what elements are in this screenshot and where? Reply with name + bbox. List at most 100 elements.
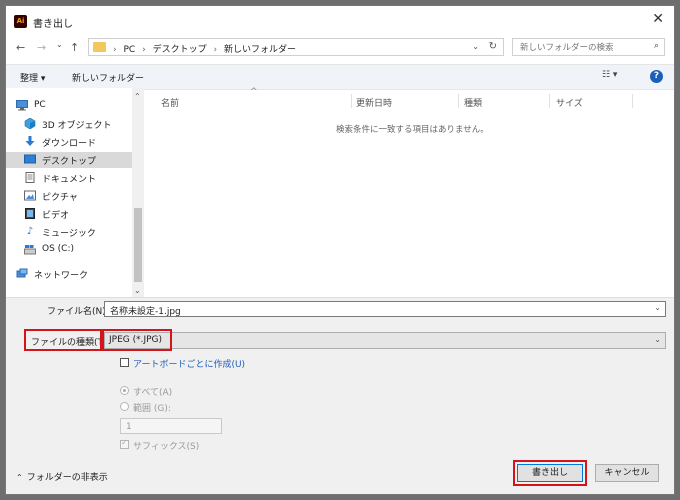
up-arrow-icon[interactable]: ↑ — [70, 41, 79, 54]
sort-ascending-icon: ^ — [250, 87, 258, 97]
desktop-icon — [24, 154, 36, 165]
help-icon[interactable]: ? — [650, 70, 663, 83]
breadcrumb-separator: › — [113, 45, 117, 55]
breadcrumb-item-desktop[interactable]: デスクトップ — [153, 45, 207, 55]
breadcrumb-item-new-folder[interactable]: 新しいフォルダー — [224, 45, 296, 55]
illustrator-app-icon: Ai — [14, 15, 27, 28]
cancel-button[interactable]: キャンセル — [595, 464, 659, 482]
sidebar-item-label: ビデオ — [42, 211, 70, 221]
sidebar-item-label: OS (C:) — [42, 244, 74, 254]
sidebar-item-music[interactable]: ♪ ミュージック — [6, 224, 132, 240]
column-divider[interactable] — [351, 94, 352, 108]
artboard-checkbox[interactable] — [120, 358, 129, 367]
sidebar-item-documents[interactable]: ドキュメント — [6, 170, 132, 186]
range-option-label: 範囲 (G): — [133, 404, 171, 414]
network-icon — [16, 268, 28, 279]
3d-objects-icon — [24, 117, 36, 130]
highlight-box-export-button — [513, 460, 587, 486]
highlight-box-filetype-value — [102, 329, 172, 351]
chevron-down-icon[interactable]: ⌄ — [654, 303, 661, 312]
column-header-modified[interactable]: 更新日時 — [356, 96, 392, 109]
sidebar-item-videos[interactable]: ビデオ — [6, 206, 132, 222]
document-icon — [24, 172, 36, 183]
search-icon[interactable]: ⌕ — [654, 41, 659, 51]
refresh-icon[interactable]: ↻ — [489, 41, 497, 52]
sidebar-item-label: PC — [34, 100, 46, 110]
column-divider[interactable] — [632, 94, 633, 108]
breadcrumb-item-pc[interactable]: PC — [123, 45, 135, 55]
breadcrumb: › PC › デスクトップ › 新しいフォルダー — [113, 42, 300, 55]
chevron-up-icon: ⌃ — [16, 473, 23, 482]
breadcrumb-separator: › — [142, 45, 146, 55]
dialog-title: 書き出し — [33, 19, 73, 30]
breadcrumb-separator: › — [213, 45, 218, 55]
download-icon — [24, 136, 36, 147]
sidebar-item-label: ピクチャ — [42, 193, 78, 203]
pc-icon — [16, 100, 28, 111]
file-list: 名前 ^ 更新日時 種類 サイズ 検索条件に一致する項目はありません。 — [146, 87, 674, 297]
all-radio[interactable] — [120, 386, 129, 395]
music-icon: ♪ — [26, 226, 34, 237]
sidebar-item-pc[interactable]: PC — [6, 98, 132, 114]
save-options-panel: ファイル名(N): ⌄ ファイルの種類(T): JPEG (*.JPG) ⌄ ア… — [6, 297, 674, 494]
filename-input[interactable] — [108, 303, 632, 317]
title-bar: Ai 書き出し ✕ — [6, 6, 674, 34]
navigation-bar: ← → ⌄ ↑ › PC › デスクトップ › 新しいフォルダー ⌄ ↻ ⌕ — [6, 36, 674, 62]
folder-icon — [93, 42, 106, 52]
sidebar-scrollbar[interactable]: ⌃ ⌄ — [132, 88, 144, 297]
range-radio[interactable] — [120, 402, 129, 411]
chevron-up-icon[interactable]: ⌃ — [134, 92, 141, 101]
export-dialog: Ai 書き出し ✕ ← → ⌄ ↑ › PC › デスクトップ › 新しいフォル… — [5, 5, 675, 495]
column-divider[interactable] — [549, 94, 550, 108]
sidebar-item-os-drive[interactable]: OS (C:) — [6, 242, 132, 258]
radio-dot — [123, 389, 126, 392]
sidebar-item-label: デスクトップ — [42, 157, 97, 167]
column-header-type[interactable]: 種類 — [464, 96, 482, 109]
forward-arrow-icon[interactable]: → — [37, 41, 46, 54]
back-arrow-icon[interactable]: ← — [16, 41, 25, 54]
sidebar-item-label: ネットワーク — [34, 271, 89, 281]
filename-label: ファイル名(N): — [47, 307, 109, 317]
sidebar-item-label: 3D オブジェクト — [42, 121, 112, 131]
video-icon — [24, 208, 36, 219]
chevron-down-icon[interactable]: ⌄ — [134, 286, 141, 295]
filetype-select[interactable]: JPEG (*.JPG) ⌄ — [104, 332, 666, 349]
drive-icon — [24, 244, 36, 255]
sidebar-item-desktop[interactable]: デスクトップ — [6, 152, 132, 168]
suffix-option-label: サフィックス(S) — [133, 442, 200, 452]
sidebar-item-downloads[interactable]: ダウンロード — [6, 134, 132, 150]
command-bar: 整理 ▾ 新しいフォルダー ☷ ▾ ? — [6, 64, 674, 90]
recent-locations-icon[interactable]: ⌄ — [56, 40, 63, 49]
hide-folders-label: フォルダーの非表示 — [26, 473, 108, 483]
search-input[interactable] — [518, 40, 647, 56]
filename-combobox[interactable]: ⌄ — [104, 301, 666, 317]
highlight-box-filetype-label — [24, 329, 102, 351]
chevron-down-icon[interactable]: ⌄ — [472, 42, 479, 51]
column-divider[interactable] — [458, 94, 459, 108]
organize-button[interactable]: 整理 ▾ — [20, 71, 45, 84]
artboard-option-label[interactable]: アートボードごとに作成(U) — [133, 357, 245, 370]
address-bar[interactable]: › PC › デスクトップ › 新しいフォルダー ⌄ ↻ — [88, 38, 504, 56]
pictures-icon — [24, 190, 36, 201]
column-header-size[interactable]: サイズ — [556, 96, 583, 109]
range-input[interactable] — [124, 420, 218, 434]
hide-folders-toggle[interactable]: ⌃ フォルダーの非表示 — [16, 470, 108, 483]
view-options-icon[interactable]: ☷ ▾ — [602, 70, 617, 80]
all-option-label: すべて(A) — [133, 388, 173, 398]
navigation-pane: PC 3D オブジェクト ダウンロード デスクトップ ドキュメント ピクチャ ビ… — [6, 88, 144, 297]
chevron-down-icon[interactable]: ⌄ — [654, 335, 661, 344]
range-field[interactable] — [120, 418, 222, 434]
sidebar-item-network[interactable]: ネットワーク — [6, 266, 132, 282]
scrollbar-thumb[interactable] — [134, 208, 142, 282]
empty-message: 検索条件に一致する項目はありません。 — [336, 125, 489, 135]
sidebar-item-label: ミュージック — [42, 229, 96, 239]
search-box[interactable]: ⌕ — [512, 38, 665, 56]
sidebar-item-3d-objects[interactable]: 3D オブジェクト — [6, 116, 132, 132]
new-folder-button[interactable]: 新しいフォルダー — [72, 71, 144, 84]
sidebar-item-pictures[interactable]: ピクチャ — [6, 188, 132, 204]
sidebar-item-label: ドキュメント — [42, 175, 97, 185]
checkmark-icon: ✓ — [121, 438, 128, 447]
sidebar-item-label: ダウンロード — [42, 139, 97, 149]
column-header-name[interactable]: 名前 — [161, 96, 179, 109]
close-icon[interactable]: ✕ — [652, 11, 664, 27]
